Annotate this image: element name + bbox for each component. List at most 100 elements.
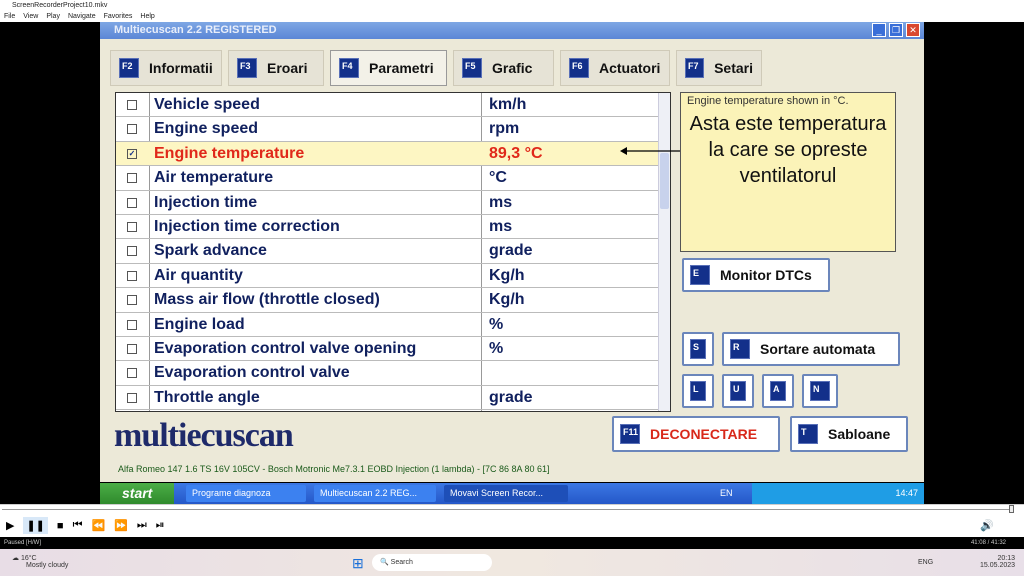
param-value: km/h xyxy=(489,96,527,113)
tab-parametri[interactable]: F4 Parametri xyxy=(330,50,447,86)
rewind-icon[interactable]: ⏪ xyxy=(91,519,105,532)
tab-key: F3 xyxy=(237,58,257,78)
frame-step-icon[interactable]: ⏯ xyxy=(156,519,165,532)
pause-icon[interactable]: ❚❚ xyxy=(23,517,48,534)
table-row[interactable]: Air temperature °C xyxy=(116,166,658,191)
param-value: rpm xyxy=(489,120,520,138)
table-row[interactable]: Spark advance grade xyxy=(116,239,658,264)
param-name: Evaporation control valve opening xyxy=(154,340,417,357)
close-button[interactable]: ✕ xyxy=(906,23,920,37)
monitor-dtcs-button[interactable]: E Monitor DTCs xyxy=(682,258,830,292)
vehicle-status: Alfa Romeo 147 1.6 TS 16V 105CV - Bosch … xyxy=(118,464,550,474)
row-checkbox[interactable] xyxy=(127,222,137,232)
param-name: Throttle angle xyxy=(154,388,260,406)
table-row[interactable]: Mass air flow (throttle closed) Kg/h xyxy=(116,288,658,313)
taskbar-item[interactable]: Programe diagnoza xyxy=(186,485,306,502)
a-button[interactable]: A xyxy=(762,374,794,408)
param-value: °C xyxy=(489,169,507,187)
row-checkbox[interactable] xyxy=(127,100,137,110)
skip-back-icon[interactable]: ⏮ xyxy=(73,519,83,532)
row-checkbox[interactable]: ✓ xyxy=(127,148,137,159)
table-row[interactable]: Engine load% xyxy=(116,313,658,337)
row-checkbox[interactable] xyxy=(127,270,137,281)
stop-icon[interactable]: ■ xyxy=(57,520,64,532)
table-row[interactable]: ✓ Engine temperature 89,3 °C xyxy=(116,141,658,167)
info-panel: Engine temperature shown in °C. Asta est… xyxy=(680,92,896,252)
play-icon[interactable]: ▶ xyxy=(6,519,14,532)
tab-label: Parametri xyxy=(369,60,434,76)
start-button[interactable]: start xyxy=(100,483,174,504)
tab-label: Setari xyxy=(714,60,753,76)
row-checkbox[interactable] xyxy=(127,246,137,257)
table-row[interactable]: Engine speed rpm xyxy=(116,117,658,142)
param-name: Spark advance xyxy=(154,242,267,260)
table-row[interactable]: Injection time correction ms xyxy=(116,215,658,240)
search-box[interactable]: 🔍 Search xyxy=(372,554,492,571)
table-row[interactable]: Injection time ms xyxy=(116,191,658,215)
tab-label: Actuatori xyxy=(599,60,661,76)
param-name: Engine speed xyxy=(154,120,259,138)
lang-indicator[interactable]: EN xyxy=(720,488,733,498)
app-title: Multiecuscan 2.2 REGISTERED xyxy=(100,22,924,39)
table-row[interactable]: Evaporation control valve opening% xyxy=(116,337,658,362)
playback-time: 41:08 / 41:32 xyxy=(970,540,1006,546)
param-name: Mass air flow (throttle closed) xyxy=(154,291,380,309)
tab-eroari[interactable]: F3 Eroari xyxy=(228,50,324,86)
row-checkbox[interactable] xyxy=(127,197,137,208)
taskbar-item[interactable]: Multiecuscan 2.2 REG... xyxy=(314,485,436,502)
row-checkbox[interactable] xyxy=(127,319,137,330)
parameter-list: Vehicle speed km/h Engine speed rpm ✓ Engine … xyxy=(115,92,671,412)
table-row[interactable]: Air quantity Kg/h xyxy=(116,264,658,289)
l-button[interactable]: L xyxy=(682,374,714,408)
row-checkbox[interactable] xyxy=(127,295,137,306)
disconnect-button[interactable]: F11 DECONECTARE xyxy=(612,416,780,452)
row-checkbox[interactable] xyxy=(127,173,137,184)
table-row[interactable]: Throttle angle grade xyxy=(116,386,658,411)
param-value: % xyxy=(489,315,504,333)
param-name: Engine temperature xyxy=(154,144,305,162)
menu-item[interactable]: Navigate xyxy=(68,13,96,21)
tab-grafic[interactable]: F5 Grafic xyxy=(453,50,554,86)
list-scrollbar[interactable] xyxy=(658,93,670,411)
playback-status: Paused [H/W] xyxy=(4,540,42,546)
templates-button[interactable]: T Sabloane xyxy=(790,416,908,452)
tab-label: Grafic xyxy=(492,60,533,76)
row-checkbox[interactable] xyxy=(127,392,137,403)
s-button[interactable]: S xyxy=(682,332,714,366)
weather-widget[interactable]: ☁ 16°C Mostly cloudy xyxy=(12,554,68,569)
clock[interactable]: 20:13 15.05.2023 xyxy=(980,555,1015,569)
row-checkbox[interactable] xyxy=(127,124,137,135)
tab-informatii[interactable]: F2 Informatii xyxy=(110,50,222,86)
table-row[interactable]: Vehicle speed km/h xyxy=(116,93,658,118)
row-checkbox[interactable] xyxy=(127,344,137,354)
tab-setari[interactable]: F7 Setari xyxy=(676,50,762,86)
skip-forward-icon[interactable]: ⏭ xyxy=(137,519,147,532)
seek-bar[interactable] xyxy=(0,504,1024,514)
taskbar-item[interactable]: Movavi Screen Recor... xyxy=(444,485,568,502)
param-value: ms xyxy=(489,218,513,235)
menu-item[interactable]: Favorites xyxy=(104,13,133,21)
n-button[interactable]: N xyxy=(802,374,838,408)
sort-auto-button[interactable]: R Sortare automata xyxy=(722,332,900,366)
menu-item[interactable]: View xyxy=(23,13,38,21)
tray-clock: 14:47 xyxy=(895,488,918,498)
info-message: Asta este temperatura la care se opreste… xyxy=(689,113,887,187)
volume-icon[interactable]: 🔊 xyxy=(980,519,994,532)
windows-start-icon[interactable]: ⊞ xyxy=(352,555,364,572)
menu-item[interactable]: File xyxy=(4,13,15,21)
minimize-button[interactable]: _ xyxy=(872,23,886,37)
row-checkbox[interactable] xyxy=(127,368,137,379)
lang-indicator[interactable]: ENG xyxy=(918,559,933,566)
param-value: Kg/h xyxy=(489,291,525,309)
menu-item[interactable]: Help xyxy=(140,13,154,21)
param-name: Air temperature xyxy=(154,169,274,187)
table-row[interactable]: Evaporation control valve xyxy=(116,361,658,386)
tab-key: F4 xyxy=(339,58,359,78)
tab-actuatori[interactable]: F6 Actuatori xyxy=(560,50,670,86)
u-button[interactable]: U xyxy=(722,374,754,408)
forward-icon[interactable]: ⏩ xyxy=(114,519,128,532)
menu-item[interactable]: Play xyxy=(46,13,60,21)
param-name: Vehicle speed xyxy=(154,96,260,113)
maximize-button[interactable]: ❐ xyxy=(889,23,903,37)
windows-taskbar: ☁ 16°C Mostly cloudy ⊞ 🔍 Search ENG 20:13… xyxy=(0,549,1024,576)
